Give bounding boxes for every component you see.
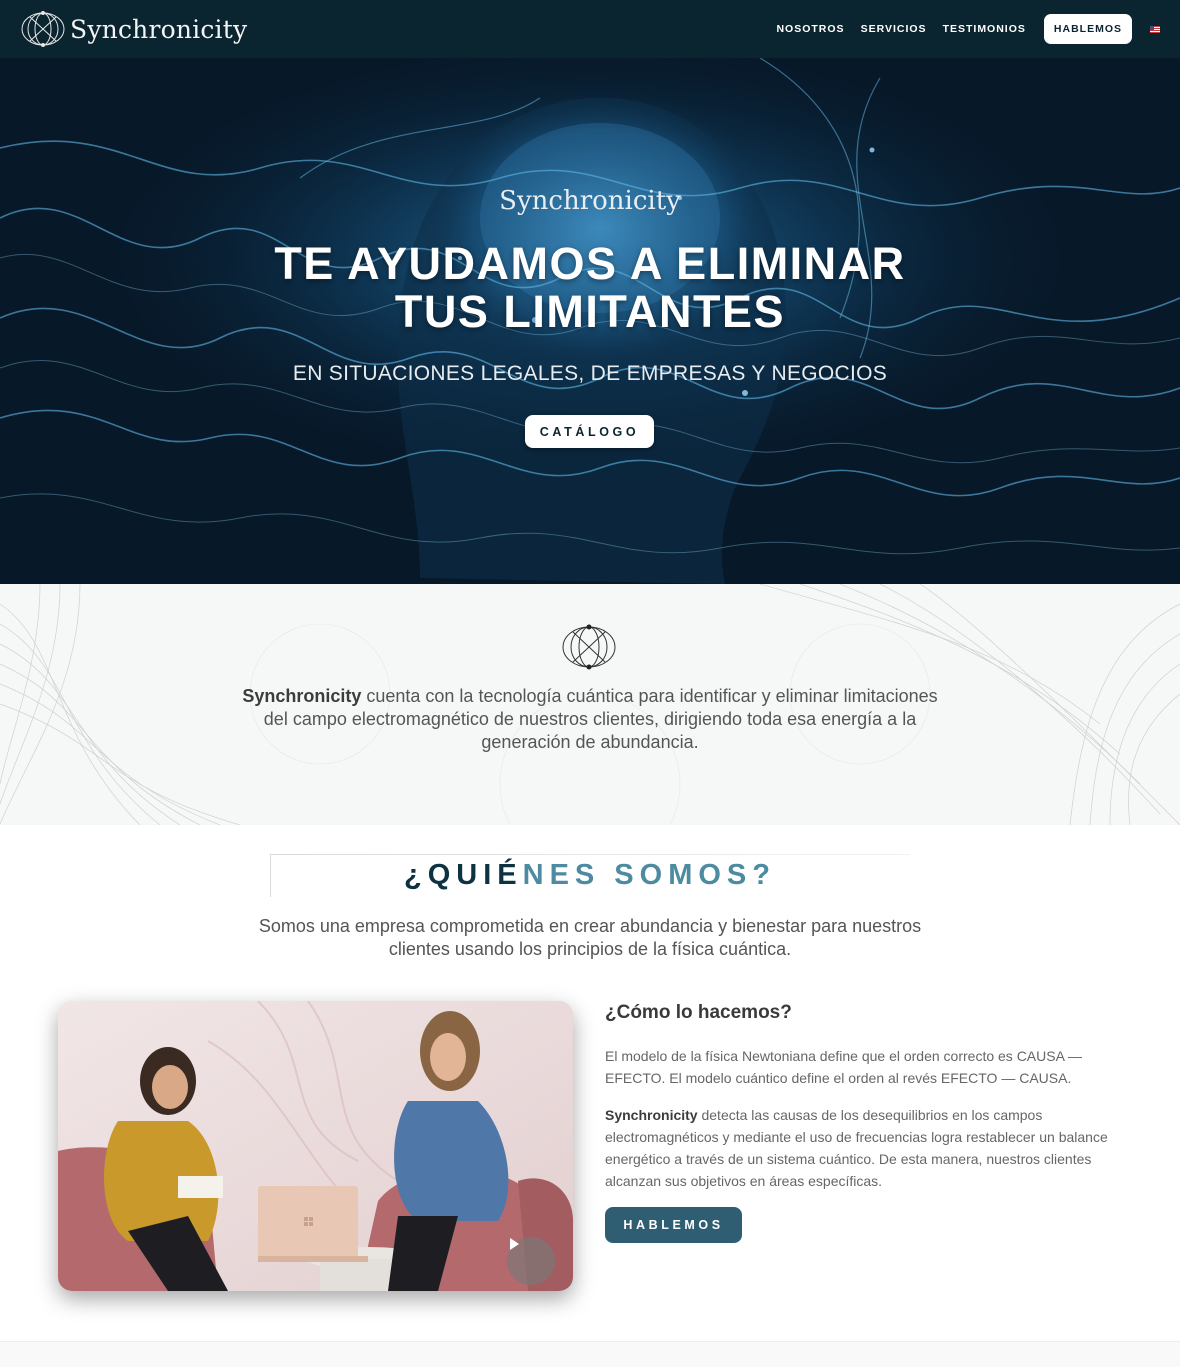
- hero-content: Synchronicity TE AYUDAMOS A ELIMINAR TUS…: [0, 58, 1180, 584]
- intro-text: Synchronicity cuenta con la tecnología c…: [240, 685, 940, 754]
- como-paragraph-1: El modelo de la física Newtoniana define…: [605, 1048, 1083, 1086]
- hero-title: TE AYUDAMOS A ELIMINAR TUS LIMITANTES: [0, 240, 1180, 336]
- brand-name: Synchronicity: [70, 14, 248, 44]
- synchronicity-emblem-icon: [562, 624, 616, 670]
- catalogo-button[interactable]: CATÁLOGO: [525, 415, 654, 448]
- brand-logo-link[interactable]: Synchronicity: [20, 10, 247, 48]
- video-thumbnail-image: [58, 1001, 573, 1291]
- hablemos-button[interactable]: HABLEMOS: [605, 1207, 742, 1243]
- como-paragraph-2: Synchronicity detecta las causas de los …: [605, 1104, 1125, 1192]
- hero-subtitle: EN SITUACIONES LEGALES, DE EMPRESAS Y NE…: [292, 362, 888, 385]
- nav-link-servicios[interactable]: SERVICIOS: [861, 23, 927, 35]
- hero-brand: Synchronicity: [499, 186, 681, 216]
- nav-link-testimonios[interactable]: TESTIMONIOS: [943, 23, 1026, 35]
- quienes-somos-section: ¿QUIÉNES SOMOS? Somos una empresa compro…: [0, 825, 1180, 1341]
- title-dark-part: ¿QUIÉ: [404, 859, 523, 891]
- next-section-edge: [0, 1341, 1180, 1367]
- como-lo-hacemos-title: ¿Cómo lo hacemos?: [605, 1002, 792, 1023]
- intro-description: cuenta con la tecnología cuántica para i…: [263, 686, 938, 752]
- intro-brand: Synchronicity: [242, 686, 362, 706]
- paragraph-brand: Synchronicity: [605, 1107, 698, 1123]
- intro-section: Synchronicity cuenta con la tecnología c…: [0, 584, 1180, 825]
- quienes-somos-subtitle: Somos una empresa comprometida en crear …: [258, 916, 922, 959]
- us-flag-icon[interactable]: [1150, 25, 1160, 33]
- hero-title-line-2: TUS LIMITANTES: [394, 286, 786, 337]
- nav-hablemos-button[interactable]: HABLEMOS: [1043, 14, 1132, 44]
- hero-title-line-1: TE AYUDAMOS A ELIMINAR: [274, 238, 906, 289]
- main-nav: NOSOTROS SERVICIOS TESTIMONIOS HABLEMOS: [776, 14, 1160, 44]
- video-player[interactable]: [58, 1001, 573, 1291]
- quienes-somos-title: ¿QUIÉNES SOMOS?: [270, 859, 910, 892]
- nav-link-nosotros[interactable]: NOSOTROS: [776, 23, 844, 35]
- hero-section: Synchronicity TE AYUDAMOS A ELIMINAR TUS…: [0, 58, 1180, 584]
- navbar: Synchronicity NOSOTROS SERVICIOS TESTIMO…: [0, 0, 1180, 58]
- video-play-button[interactable]: [507, 1237, 555, 1285]
- title-teal-part: NES SOMOS?: [522, 859, 776, 891]
- play-icon: [510, 1238, 519, 1250]
- como-lo-hacemos-block: ¿Cómo lo hacemos? El modelo de la física…: [605, 1001, 1125, 1243]
- title-frame-top-line: [270, 854, 910, 855]
- synchronicity-logo-icon: [21, 11, 65, 47]
